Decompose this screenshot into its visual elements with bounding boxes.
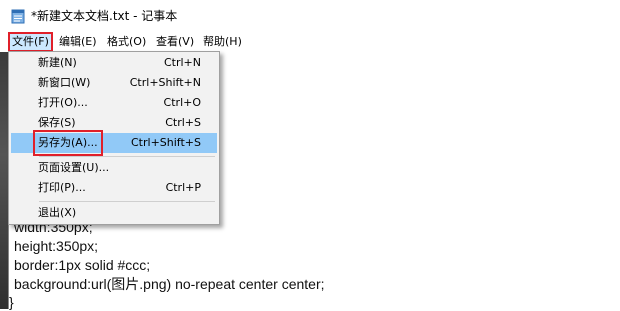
menu-item-label: 退出(X) xyxy=(38,206,77,219)
menu-item-shortcut: Ctrl+S xyxy=(165,116,201,129)
menu-item-open[interactable]: 打开(O)... Ctrl+O xyxy=(11,93,217,113)
window-title: *新建文本文档.txt - 记事本 xyxy=(31,9,178,23)
menu-item-shortcut: Ctrl+Shift+S xyxy=(131,136,201,149)
menu-view[interactable]: 查看(V) xyxy=(154,34,196,50)
menu-item-save[interactable]: 保存(S) Ctrl+S xyxy=(11,113,217,133)
editor-line: } xyxy=(9,294,14,310)
menu-item-label: 保存(S) xyxy=(38,116,76,129)
file-menu-dropdown: 新建(N) Ctrl+N 新窗口(W) Ctrl+Shift+N 打开(O)..… xyxy=(8,51,220,225)
editor-line: border:1px solid #ccc; xyxy=(14,257,151,273)
menu-item-label: 打开(O)... xyxy=(38,96,88,109)
menu-item-exit[interactable]: 退出(X) xyxy=(11,203,217,223)
menu-item-shortcut: Ctrl+O xyxy=(163,96,201,109)
menu-item-print[interactable]: 打印(P)... Ctrl+P xyxy=(11,178,217,198)
menu-separator xyxy=(39,156,215,157)
menu-item-new-window[interactable]: 新窗口(W) Ctrl+Shift+N xyxy=(11,73,217,93)
menu-item-label: 页面设置(U)... xyxy=(38,161,110,174)
menu-item-shortcut: Ctrl+N xyxy=(163,56,201,69)
menu-separator xyxy=(39,201,215,202)
menu-item-new[interactable]: 新建(N) Ctrl+N xyxy=(11,53,217,73)
menu-item-label: 另存为(A)... xyxy=(33,130,103,156)
menu-item-shortcut: Ctrl+Shift+N xyxy=(129,76,201,89)
menu-item-shortcut: Ctrl+P xyxy=(165,181,201,194)
menu-bar: 文件(F) 编辑(E) 格式(O) 查看(V) 帮助(H) xyxy=(0,32,620,52)
title-bar: *新建文本文档.txt - 记事本 xyxy=(0,0,620,32)
menu-item-label: 新窗口(W) xyxy=(38,76,91,89)
menu-format[interactable]: 格式(O) xyxy=(105,34,148,50)
menu-item-label: 打印(P)... xyxy=(38,181,86,194)
menu-item-page-setup[interactable]: 页面设置(U)... xyxy=(11,158,217,178)
editor-line: height:350px; xyxy=(14,238,99,254)
menu-edit[interactable]: 编辑(E) xyxy=(57,34,99,50)
menu-help[interactable]: 帮助(H) xyxy=(201,34,244,50)
menu-file[interactable]: 文件(F) xyxy=(8,32,53,52)
notepad-icon xyxy=(11,9,25,24)
menu-item-save-as[interactable]: 另存为(A)... Ctrl+Shift+S xyxy=(11,130,217,156)
editor-line: background:url(图片.png) no-repeat center … xyxy=(14,276,325,292)
menu-item-label: 新建(N) xyxy=(38,56,77,69)
